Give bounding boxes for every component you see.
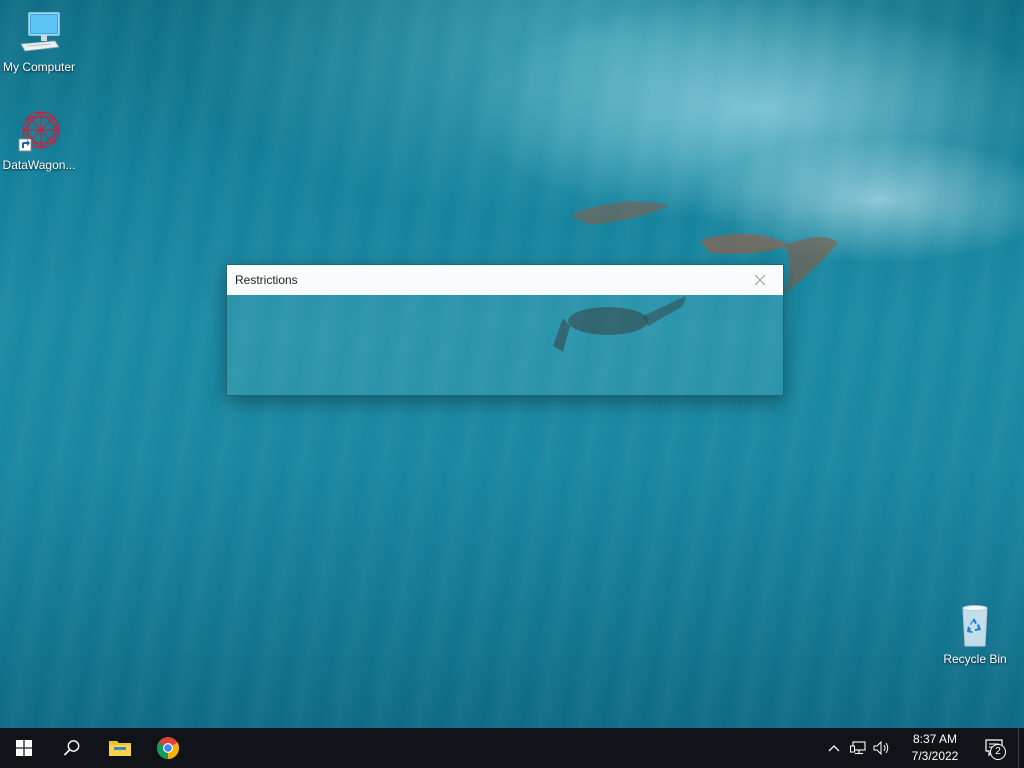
- network-icon: [850, 741, 866, 755]
- close-button[interactable]: [737, 265, 783, 295]
- dialog-body: [227, 295, 783, 393]
- notification-count-badge: 2: [990, 744, 1006, 760]
- taskbar-clock[interactable]: 8:37 AM 7/3/2022: [898, 731, 972, 765]
- datawagon-icon: [15, 108, 63, 156]
- clock-date: 7/3/2022: [911, 749, 959, 763]
- show-desktop-button[interactable]: [1018, 728, 1024, 768]
- search-button[interactable]: [48, 728, 96, 768]
- desktop-icon-datawagon[interactable]: DataWagon...: [0, 108, 78, 172]
- chrome-icon: [157, 737, 179, 759]
- start-button[interactable]: [0, 728, 48, 768]
- desktop: My Computer DataWagon... Recycle Bin Res…: [0, 0, 1024, 768]
- action-center-button[interactable]: 2: [972, 728, 1018, 768]
- desktop-icon-my-computer[interactable]: My Computer: [0, 10, 78, 74]
- clock-time: 8:37 AM: [912, 732, 958, 746]
- file-explorer-icon: [109, 741, 131, 756]
- computer-icon: [15, 10, 63, 58]
- windows-start-icon: [16, 740, 32, 756]
- network-button[interactable]: [846, 728, 870, 768]
- taskbar: 8:37 AM 7/3/2022 2: [0, 728, 1024, 768]
- desktop-icon-label: DataWagon...: [2, 158, 76, 172]
- chevron-up-icon: [828, 745, 840, 752]
- dialog-titlebar[interactable]: Restrictions: [227, 265, 783, 295]
- search-icon: [63, 740, 80, 756]
- recycle-bin-icon: [951, 602, 999, 650]
- volume-icon: [873, 741, 889, 755]
- taskbar-chrome[interactable]: [144, 728, 192, 768]
- taskbar-file-explorer[interactable]: [96, 728, 144, 768]
- system-tray: 8:37 AM 7/3/2022 2: [822, 728, 1024, 768]
- restrictions-dialog[interactable]: Restrictions: [226, 264, 784, 396]
- desktop-icon-recycle-bin[interactable]: Recycle Bin: [936, 602, 1014, 666]
- desktop-icon-label: Recycle Bin: [943, 652, 1007, 666]
- dialog-title: Restrictions: [235, 273, 298, 287]
- show-hidden-icons-button[interactable]: [822, 728, 846, 768]
- desktop-icon-label: My Computer: [2, 60, 76, 74]
- close-icon: [755, 275, 765, 285]
- volume-button[interactable]: [870, 728, 894, 768]
